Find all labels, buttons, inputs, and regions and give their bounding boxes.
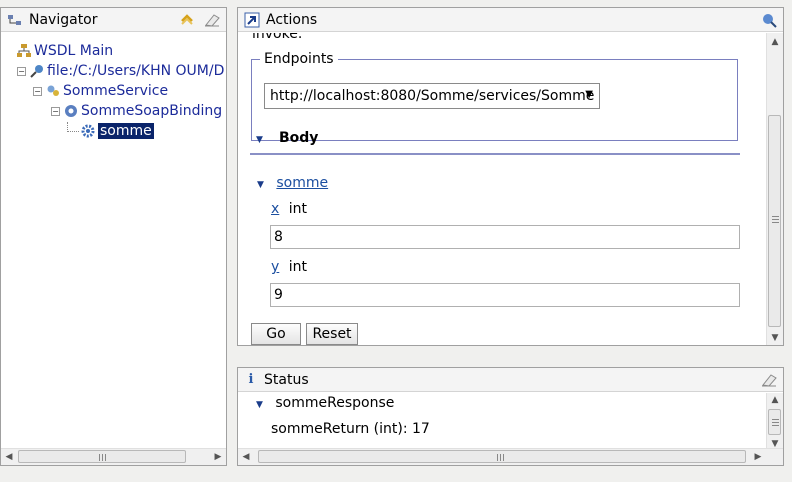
clear-icon[interactable] <box>204 12 220 28</box>
binding-icon <box>64 104 78 118</box>
param-x-label: x int <box>271 201 307 217</box>
tree-item-label: WSDL Main <box>34 43 114 59</box>
actions-panel: Actions invoke. Endpoints http://localho… <box>237 7 784 346</box>
dropdown-caret-icon[interactable]: ▼ <box>585 89 593 100</box>
scroll-right-icon[interactable]: ▶ <box>210 452 226 462</box>
maximize-icon[interactable] <box>762 12 778 28</box>
scroll-thumb[interactable] <box>258 450 746 463</box>
collapse-icon[interactable]: − <box>51 106 60 116</box>
go-button[interactable]: Go <box>251 323 301 345</box>
collapse-icon[interactable]: − <box>17 66 26 76</box>
status-title: Status <box>264 371 309 388</box>
tree-item-file[interactable]: − file:/C:/Users/KHN OUM/D <box>17 62 224 80</box>
status-vscrollbar[interactable]: ▲ ▼ <box>766 393 783 449</box>
wsdl-icon <box>17 44 31 58</box>
scroll-left-icon[interactable]: ◀ <box>238 452 254 462</box>
cutoff-text: invoke. <box>252 33 303 42</box>
clear-status-icon[interactable] <box>761 372 777 388</box>
tree-item-wsdl-main[interactable]: WSDL Main <box>17 42 113 60</box>
param-name-link[interactable]: y <box>271 259 279 275</box>
collapse-triangle-icon[interactable]: ▼ <box>256 400 263 410</box>
endpoints-legend: Endpoints <box>260 51 338 67</box>
actions-arrow-icon <box>244 12 260 28</box>
body-section-header[interactable]: ▼ Body <box>250 124 740 155</box>
tree-item-service[interactable]: − SommeService <box>33 82 168 100</box>
operation-link[interactable]: somme <box>276 175 328 191</box>
collapse-triangle-icon[interactable]: ▼ <box>256 135 263 145</box>
scroll-right-icon[interactable]: ▶ <box>750 452 766 462</box>
body-header-label: Body <box>279 130 319 146</box>
tree-item-binding[interactable]: − SommeSoapBinding <box>51 102 222 120</box>
result-row: sommeReturn (int): 17 <box>271 421 430 437</box>
navigator-icon <box>7 12 23 28</box>
scroll-thumb[interactable] <box>18 450 186 463</box>
tree-item-label: SommeService <box>63 83 169 99</box>
navigator-header: Navigator <box>1 8 226 32</box>
status-hscrollbar[interactable]: ◀ ▶ <box>238 448 783 465</box>
tree-connector <box>67 122 79 132</box>
status-header: i Status <box>238 368 783 392</box>
actions-content: invoke. Endpoints http://localhost:8080/… <box>238 33 766 345</box>
scroll-thumb[interactable] <box>768 115 781 327</box>
navigator-panel: Navigator WSDL Main − file:/C:/Users/KHN… <box>0 7 227 466</box>
reset-button[interactable]: Reset <box>306 323 358 345</box>
operation-gear-icon <box>81 124 95 138</box>
collapse-triangle-icon[interactable]: ▼ <box>257 180 264 190</box>
sync-icon[interactable] <box>179 12 195 28</box>
actions-vscrollbar[interactable]: ▲ ▼ <box>766 33 783 345</box>
param-name-link[interactable]: x <box>271 201 279 217</box>
scroll-up-icon[interactable]: ▲ <box>767 395 783 405</box>
endpoint-select-value: http://localhost:8080/Somme/services/Som… <box>270 88 595 104</box>
scroll-left-icon[interactable]: ◀ <box>1 452 17 462</box>
param-type: int <box>288 259 308 275</box>
endpoint-select[interactable]: http://localhost:8080/Somme/services/Som… <box>264 83 600 109</box>
scroll-up-icon[interactable]: ▲ <box>767 37 783 47</box>
tree-item-label: file:/C:/Users/KHN OUM/D <box>47 63 225 79</box>
tree-item-label: somme <box>98 123 154 139</box>
param-y-input[interactable]: 9 <box>270 283 740 307</box>
actions-title: Actions <box>266 11 318 28</box>
service-file-icon <box>30 64 44 78</box>
response-label: sommeResponse <box>275 395 395 411</box>
service-icon <box>46 84 60 98</box>
response-row[interactable]: ▼ sommeResponse <box>256 395 394 411</box>
navigator-title: Navigator <box>29 11 98 28</box>
param-x-input[interactable]: 8 <box>270 225 740 249</box>
tree-item-operation[interactable]: somme <box>67 122 154 140</box>
tree-item-label: SommeSoapBinding <box>81 103 223 119</box>
param-y-label: y int <box>271 259 307 275</box>
info-icon: i <box>248 372 254 387</box>
navigator-hscrollbar[interactable]: ◀ ▶ <box>1 448 226 465</box>
scroll-thumb[interactable] <box>768 409 781 435</box>
operation-row: ▼ somme <box>257 175 328 191</box>
status-panel: i Status ▼ sommeResponse sommeReturn (in… <box>237 367 784 466</box>
collapse-icon[interactable]: − <box>33 86 42 96</box>
actions-header: Actions <box>238 8 783 32</box>
scroll-down-icon[interactable]: ▼ <box>767 333 783 343</box>
param-type: int <box>288 201 308 217</box>
